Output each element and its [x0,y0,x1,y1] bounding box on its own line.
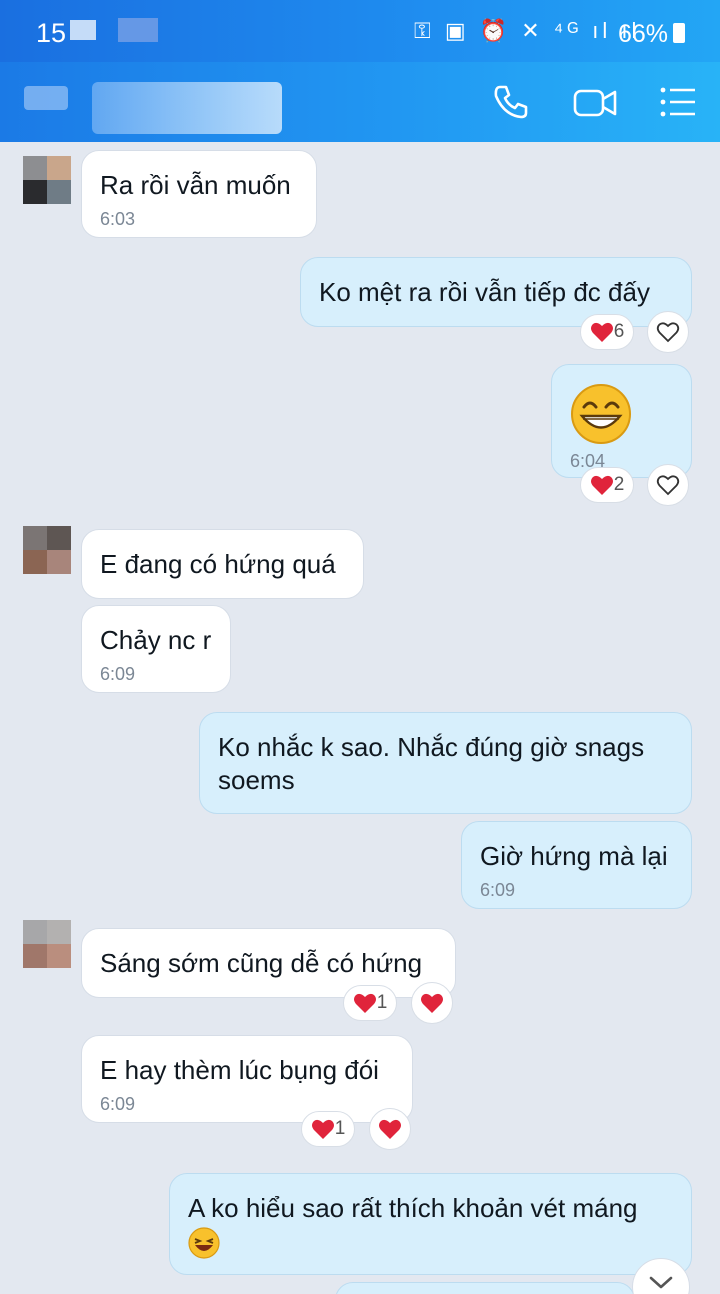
reaction-count: 2 [613,474,625,495]
heart-icon [379,1119,401,1139]
outgoing-message[interactable]: A ko hiểu sao rất thích khoản vét máng [169,1173,692,1275]
message-text: Giờ hứng mà lại [480,841,668,871]
react-button[interactable] [647,311,689,353]
avatar[interactable] [23,920,71,968]
reaction-count: 6 [613,321,625,342]
outgoing-message[interactable]: Ko nhắc k sao. Nhắc đúng giờ snags soems [199,712,692,814]
react-button[interactable] [647,464,689,506]
heart-icon [590,475,613,495]
outgoing-message[interactable]: Ko mệt ra rồi vẫn tiếp đc đấy [300,257,692,327]
message-text: A ko hiểu sao rất thích khoản vét máng [188,1193,638,1223]
message-text: Chảy nc r [100,625,212,655]
status-blur [70,20,96,40]
back-button-blurred[interactable] [24,86,68,110]
reaction-summary[interactable]: 6 [580,314,634,350]
status-blur [118,18,158,42]
outgoing-message[interactable]: Giờ hứng mà lại 6:09 [461,821,692,909]
message-time: 6:09 [100,1094,136,1114]
status-time: 15 [36,18,67,48]
react-button[interactable] [411,982,453,1024]
reaction-summary[interactable]: 1 [343,985,397,1021]
message-text: Sáng sớm cũng dễ có hứng [100,948,423,978]
reaction-count: 1 [376,992,388,1013]
message-text: Ra rồi vẫn muốn [100,170,291,200]
incoming-message[interactable]: E hay thèm lúc bụng đói 6:09 [81,1035,413,1123]
message-text: Ko mệt ra rồi vẫn tiếp đc đấy [319,277,650,307]
message-time: 6:09 [100,664,136,684]
react-button[interactable] [369,1108,411,1150]
grinning-face-emoji [571,384,631,444]
battery-percent: 66% [618,20,669,48]
avatar[interactable] [23,526,71,574]
laughing-face-emoji [188,1227,220,1259]
incoming-message[interactable]: Sáng sớm cũng dễ có hứng [81,928,456,998]
phone-icon[interactable] [490,82,530,122]
status-icons: ⚿ ▣ ⏰ ✕ ⁴ᴳ ıl ıl [414,18,641,43]
status-bar: 15 ⚿ ▣ ⏰ ✕ ⁴ᴳ ıl ıl 66% [0,0,720,62]
outgoing-message-partial[interactable] [335,1282,635,1294]
heart-icon [353,993,376,1013]
avatar[interactable] [23,156,71,204]
heart-icon [311,1119,334,1139]
message-text: E hay thèm lúc bụng đói [100,1055,379,1085]
video-call-icon[interactable] [572,82,618,122]
message-time: 6:03 [100,209,136,229]
outgoing-emoji-message[interactable]: 6:04 [551,364,692,478]
reaction-count: 1 [334,1118,346,1139]
heart-outline-icon [656,475,680,496]
heart-icon [421,993,443,1013]
menu-icon[interactable] [658,82,698,122]
message-time: 6:09 [480,880,516,900]
heart-outline-icon [656,322,680,343]
message-text: Ko nhắc k sao. Nhắc đúng giờ snags soems [218,732,645,795]
incoming-message[interactable]: E đang có hứng quá [81,529,364,599]
contact-name-blurred[interactable] [92,82,282,134]
heart-icon [590,322,613,342]
message-text: E đang có hứng quá [100,549,336,579]
incoming-message[interactable]: Chảy nc r 6:09 [81,605,231,693]
chevron-down-icon [649,1276,673,1289]
chat-header [0,62,720,142]
incoming-message[interactable]: Ra rồi vẫn muốn 6:03 [81,150,317,238]
battery-icon [673,23,685,43]
reaction-summary[interactable]: 1 [301,1111,355,1147]
reaction-summary[interactable]: 2 [580,467,634,503]
